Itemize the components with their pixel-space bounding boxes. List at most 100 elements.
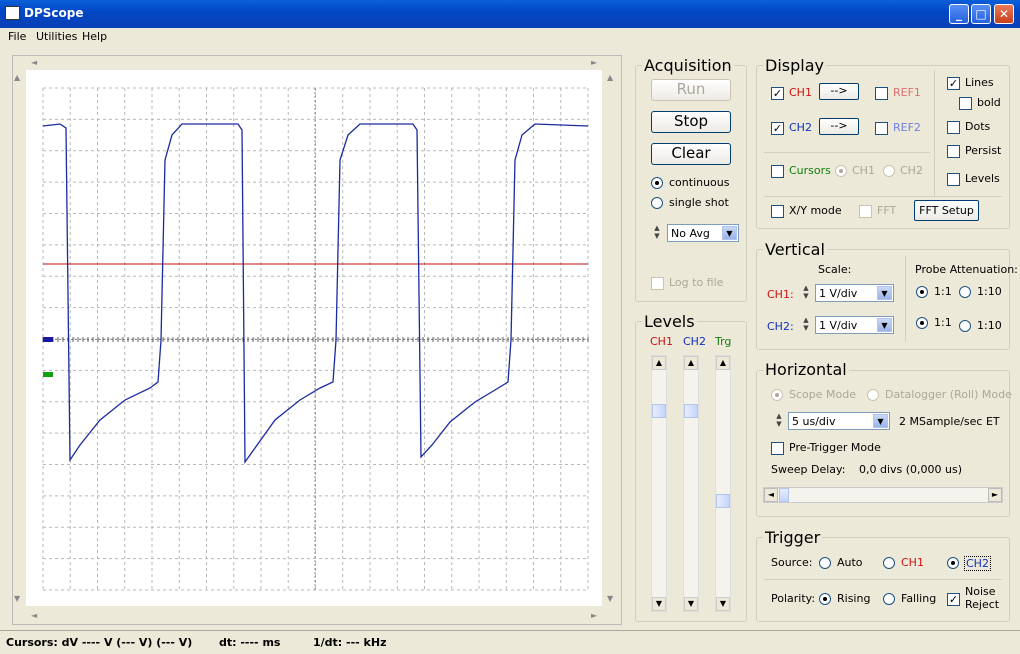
ref2-checkbox[interactable] (875, 122, 888, 135)
chevron-down-icon[interactable]: ▼ (722, 226, 737, 240)
xy-separator (764, 196, 1002, 197)
trigger-marker-icon[interactable] (43, 372, 53, 377)
sweep-delay-scrollbar[interactable]: ◄ ► (763, 487, 1003, 503)
ch2-display-checkbox[interactable]: ✓ (771, 122, 784, 135)
levels-ch1-label: CH1 (650, 335, 673, 348)
timebase-spinner[interactable]: ▲ ▼ (773, 412, 785, 430)
scope-mode-label: Scope Mode (789, 388, 856, 401)
trigger-ch1-radio[interactable] (883, 557, 895, 569)
levels-checkbox[interactable] (947, 173, 960, 186)
cursor-separator (764, 152, 930, 153)
dt-readout: dt: ---- ms (219, 636, 281, 649)
ch2-level-slider[interactable]: ▲ ▼ (683, 355, 699, 612)
ch2-probe-10x-radio[interactable] (959, 320, 971, 332)
ch2-probe-1x-radio[interactable] (916, 317, 928, 329)
ch2-probe-10x-label: 1:10 (977, 319, 1002, 332)
rising-radio[interactable] (819, 593, 831, 605)
vertical-ch1-label: CH1: (767, 288, 794, 301)
falling-radio[interactable] (883, 593, 895, 605)
bold-checkbox[interactable] (959, 97, 972, 110)
cursor-ch2-radio[interactable] (883, 165, 895, 177)
trigger-level-thumb[interactable] (716, 494, 730, 508)
levels-show-label: Levels (965, 172, 1000, 185)
vertical-separator (905, 256, 906, 342)
stop-button[interactable]: Stop (651, 111, 731, 133)
sweep-delay-thumb[interactable] (779, 488, 789, 502)
trigger-auto-label: Auto (837, 556, 863, 569)
trigger-ch2-radio[interactable] (947, 557, 959, 569)
continuous-label: continuous (669, 176, 730, 189)
chevron-down-icon[interactable]: ▼ (877, 286, 892, 300)
noise-reject-checkbox[interactable]: ✓ (947, 593, 960, 606)
trigger-source-label: Source: (771, 556, 813, 569)
chevron-down-icon[interactable]: ▼ (877, 318, 892, 332)
horizontal-title: Horizontal (763, 360, 849, 379)
scroll-right-icon[interactable]: ► (988, 488, 1002, 502)
bold-label: bold (977, 96, 1001, 109)
ch1-level-slider[interactable]: ▲ ▼ (651, 355, 667, 612)
falling-label: Falling (901, 592, 937, 605)
vertical-title: Vertical (763, 240, 827, 259)
cursor-ch1-radio[interactable] (835, 165, 847, 177)
cursor-ch1-label: CH1 (852, 164, 875, 177)
sample-rate-label: 2 MSample/sec ET (899, 415, 1000, 428)
avg-value: No Avg (671, 227, 710, 240)
clear-button[interactable]: Clear (651, 143, 731, 165)
datalogger-mode-radio[interactable] (867, 389, 879, 401)
slider-down-icon[interactable]: ▼ (684, 597, 698, 611)
ref2-label: REF2 (893, 121, 921, 134)
ch1-level-thumb[interactable] (652, 404, 666, 418)
slider-down-icon[interactable]: ▼ (716, 597, 730, 611)
fft-checkbox[interactable] (859, 205, 872, 218)
slider-up-icon[interactable]: ▲ (684, 356, 698, 370)
ch1-probe-10x-radio[interactable] (959, 286, 971, 298)
pre-trigger-checkbox[interactable] (771, 442, 784, 455)
scroll-left-icon[interactable]: ◄ (764, 488, 778, 502)
ref1-checkbox[interactable] (875, 87, 888, 100)
avg-spinner[interactable]: ▲ ▼ (651, 224, 663, 242)
noise-label: Noise (965, 585, 996, 598)
chevron-down-icon[interactable]: ▼ (873, 414, 888, 428)
ch1-probe-1x-radio[interactable] (916, 286, 928, 298)
ch2-scale-select[interactable]: 1 V/div ▼ (815, 316, 894, 334)
continuous-radio[interactable] (651, 177, 663, 189)
ch1-scale-spinner[interactable]: ▲ ▼ (800, 284, 812, 302)
ch1-to-ref1-button[interactable]: --> (819, 83, 859, 100)
log-to-file-checkbox[interactable] (651, 277, 664, 290)
slider-down-icon[interactable]: ▼ (652, 597, 666, 611)
levels-title: Levels (642, 312, 697, 331)
trigger-auto-radio[interactable] (819, 557, 831, 569)
xy-mode-label: X/Y mode (789, 204, 842, 217)
ch2-to-ref2-button[interactable]: --> (819, 118, 859, 135)
slider-up-icon[interactable]: ▲ (652, 356, 666, 370)
slider-up-icon[interactable]: ▲ (716, 356, 730, 370)
ref1-label: REF1 (893, 86, 921, 99)
lines-checkbox[interactable]: ✓ (947, 77, 960, 90)
ch1-display-label: CH1 (789, 86, 812, 99)
avg-select[interactable]: No Avg ▼ (667, 224, 739, 242)
xy-mode-checkbox[interactable] (771, 205, 784, 218)
ch2-scale-value: 1 V/div (819, 319, 858, 332)
dots-checkbox[interactable] (947, 121, 960, 134)
vertical-ch2-label: CH2: (767, 320, 794, 333)
fft-setup-button[interactable]: FFT Setup (914, 200, 979, 221)
ch2-probe-1x-label: 1:1 (934, 316, 952, 329)
ch1-scale-select[interactable]: 1 V/div ▼ (815, 284, 894, 302)
ch1-probe-1x-label: 1:1 (934, 285, 952, 298)
trigger-separator (764, 579, 1002, 580)
trigger-title: Trigger (763, 528, 823, 547)
trigger-level-slider[interactable]: ▲ ▼ (715, 355, 731, 612)
ch2-marker-icon[interactable] (43, 337, 53, 342)
timebase-select[interactable]: 5 us/div ▼ (788, 412, 890, 430)
persist-checkbox[interactable] (947, 145, 960, 158)
run-button[interactable]: Run (651, 79, 731, 101)
ch1-display-checkbox[interactable]: ✓ (771, 87, 784, 100)
ch2-scale-spinner[interactable]: ▲ ▼ (800, 316, 812, 334)
single-shot-radio[interactable] (651, 197, 663, 209)
cursors-checkbox[interactable] (771, 165, 784, 178)
ch2-level-thumb[interactable] (684, 404, 698, 418)
lines-label: Lines (965, 76, 994, 89)
scope-mode-radio[interactable] (771, 389, 783, 401)
cursors-label: Cursors (789, 164, 831, 177)
pre-trigger-label: Pre-Trigger Mode (789, 441, 881, 454)
